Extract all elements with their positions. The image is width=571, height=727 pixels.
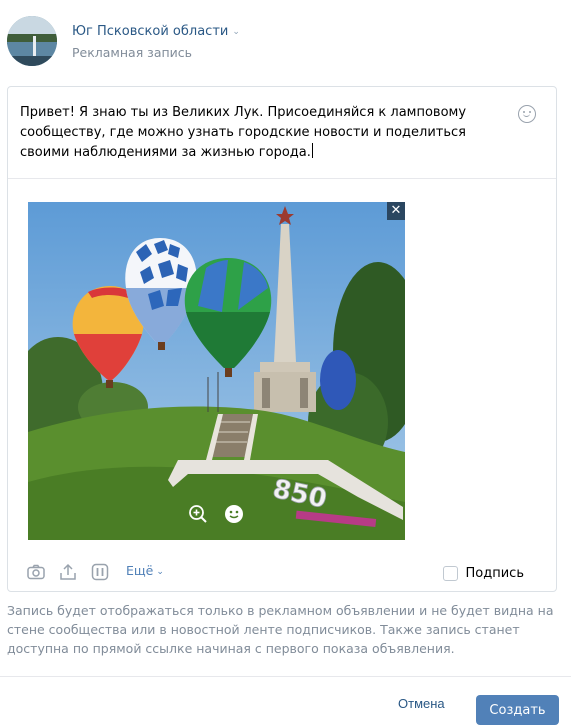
ad-post-notice: Запись будет отображаться только в рекла… bbox=[7, 603, 554, 656]
attached-photo[interactable]: 850 ✕ bbox=[28, 202, 405, 540]
signature-label: Подпись bbox=[465, 565, 524, 581]
sticker-smile-icon[interactable] bbox=[224, 504, 244, 524]
camera-icon[interactable] bbox=[26, 562, 46, 582]
more-label: Ещё bbox=[126, 563, 154, 578]
more-menu-link[interactable]: Ещё ⌄ bbox=[126, 563, 164, 578]
signature-toggle[interactable]: Подпись bbox=[442, 564, 524, 582]
editor-divider bbox=[8, 178, 556, 179]
dialog-footer: Отмена Создать bbox=[0, 676, 571, 727]
group-name-text: Юг Псковской области bbox=[72, 24, 229, 39]
post-header: Юг Псковской области ⌄ Рекламная запись bbox=[0, 0, 571, 80]
post-text-input[interactable]: Привет! Я знаю ты из Великих Лук. Присое… bbox=[20, 103, 510, 163]
upload-icon[interactable] bbox=[58, 562, 78, 582]
zoom-in-icon[interactable] bbox=[188, 504, 208, 524]
post-text-content: Привет! Я знаю ты из Великих Лук. Присое… bbox=[20, 105, 467, 160]
post-editor-card: Привет! Я знаю ты из Великих Лук. Присое… bbox=[7, 86, 557, 592]
poll-icon[interactable] bbox=[90, 562, 110, 582]
editor-toolbar: Ещё ⌄ Подпись bbox=[8, 557, 556, 587]
chevron-down-icon: ⌄ bbox=[156, 567, 164, 577]
chevron-down-icon: ⌄ bbox=[232, 27, 240, 37]
remove-photo-close-icon[interactable]: ✕ bbox=[387, 202, 405, 220]
text-caret bbox=[311, 143, 313, 158]
group-avatar[interactable] bbox=[7, 16, 57, 66]
signature-checkbox[interactable] bbox=[442, 565, 458, 581]
group-name-link[interactable]: Юг Псковской области ⌄ bbox=[72, 24, 240, 39]
create-button[interactable]: Создать bbox=[476, 695, 559, 725]
post-type-label: Рекламная запись bbox=[72, 45, 193, 60]
cancel-button[interactable]: Отмена bbox=[398, 696, 445, 711]
emoji-smile-icon[interactable] bbox=[518, 105, 536, 123]
